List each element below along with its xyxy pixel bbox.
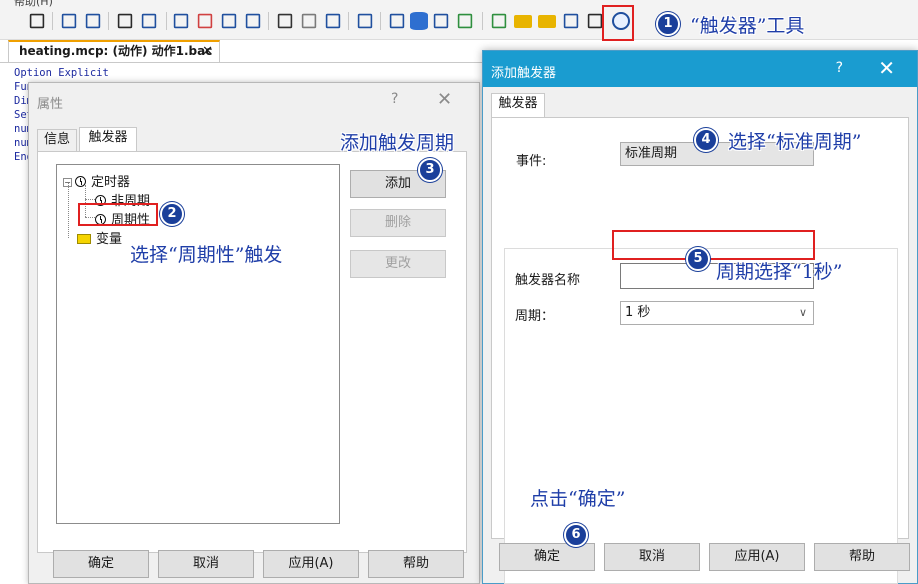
step-badge: 6 [564, 523, 588, 547]
step-badge: 3 [418, 158, 442, 182]
toolbar-separator [482, 12, 483, 30]
tree-connector [68, 183, 69, 238]
annotation-text: 周期选择“1秒” [716, 261, 843, 283]
help-icon[interactable]: ? [391, 91, 398, 107]
cut-icon[interactable] [301, 13, 317, 29]
chart-icon[interactable] [457, 13, 473, 29]
export-icon[interactable] [491, 13, 507, 29]
step-badge: 1 [656, 12, 680, 36]
folder-icon[interactable] [514, 15, 532, 28]
dialog-titlebar[interactable]: 添加触发器 ? ✕ [483, 51, 917, 87]
menu-help[interactable]: 帮助(H) [14, 0, 53, 9]
chevron-down-icon: ∨ [798, 306, 807, 319]
pin-icon[interactable] [357, 13, 373, 29]
database-icon[interactable] [410, 12, 428, 30]
list-indent-icon[interactable] [141, 13, 157, 29]
document-tab-label: heating.mcp: (动作) 动作1.bac [19, 44, 213, 58]
annotation-text: 选择“标准周期” [728, 131, 862, 153]
help-icon[interactable]: ? [836, 60, 843, 76]
pen-icon[interactable] [173, 13, 189, 29]
draw-icon[interactable] [563, 13, 579, 29]
annotation-text: 选择“周期性”触发 [130, 244, 283, 266]
folder-add-icon[interactable] [538, 15, 556, 28]
pen-star-icon[interactable] [197, 13, 213, 29]
toolbar-separator [166, 12, 167, 30]
period-label: 周期： [515, 309, 555, 324]
help-button[interactable]: 帮助 [814, 543, 910, 571]
trigger-name-label: 触发器名称 [515, 273, 581, 288]
annotation-text: “触发器”工具 [690, 15, 805, 37]
period-select-value: 1 秒 [625, 305, 651, 320]
dialog-title: 属性 [37, 97, 64, 112]
ok-button[interactable]: 确定 [53, 550, 149, 578]
pen-add-icon[interactable] [245, 13, 261, 29]
ok-button[interactable]: 确定 [499, 543, 595, 571]
toolbar-separator [380, 12, 381, 30]
highlight-trigger-tool [602, 5, 634, 41]
compass-icon[interactable] [587, 13, 603, 29]
outdent-icon[interactable] [85, 13, 101, 29]
event-label: 事件: [516, 154, 547, 169]
close-icon[interactable]: ✕ [202, 42, 213, 61]
cancel-button[interactable]: 取消 [158, 550, 254, 578]
tree-connector [85, 199, 95, 200]
toolbar-separator [108, 12, 109, 30]
toolbar-separator [268, 12, 269, 30]
tab-triggers[interactable]: 触发器 [491, 93, 545, 117]
properties-dialog: 属性 ? ✕ 信息 触发器 − 定时器 非周期 周期性 变量 添加 删除 更改 确… [28, 82, 480, 584]
cancel-button[interactable]: 取消 [604, 543, 700, 571]
document-tab[interactable]: heating.mcp: (动作) 动作1.bac ✕ [8, 40, 220, 62]
graph-icon[interactable] [325, 13, 341, 29]
pen-remove-icon[interactable] [221, 13, 237, 29]
indent-icon[interactable] [61, 13, 77, 29]
apply-button[interactable]: 应用(A) [263, 550, 359, 578]
help-button[interactable]: 帮助 [368, 550, 464, 578]
step-badge: 5 [686, 247, 710, 271]
pointer-icon[interactable] [29, 13, 45, 29]
collapse-icon[interactable]: − [63, 178, 72, 187]
tree-item-label: 变量 [96, 232, 123, 247]
binoculars-icon[interactable] [277, 13, 293, 29]
list-icon[interactable] [117, 13, 133, 29]
code-line: Option Explicit [14, 67, 109, 79]
delete-button[interactable]: 删除 [350, 209, 446, 237]
annotation-text: 点击“确定” [530, 488, 626, 510]
annotation-text: 添加触发周期 [340, 132, 455, 154]
tree-item-label: 定时器 [91, 175, 131, 190]
apply-button[interactable]: 应用(A) [709, 543, 805, 571]
dialog-title: 添加触发器 [491, 66, 557, 81]
trigger-panel: 事件: 标准周期 触发器名称 周期： 1 秒 ∨ [491, 117, 909, 584]
period-select[interactable]: 1 秒 ∨ [620, 301, 814, 325]
step-badge: 2 [160, 202, 184, 226]
toolbar-separator [348, 12, 349, 30]
step-badge: 4 [694, 128, 718, 152]
tab-info[interactable]: 信息 [37, 129, 77, 151]
tree-item-timer[interactable]: − 定时器 [63, 171, 130, 190]
calendar-icon[interactable] [433, 13, 449, 29]
folder-icon [77, 234, 91, 244]
highlight-periodic [78, 203, 158, 226]
tab-triggers[interactable]: 触发器 [79, 127, 137, 151]
tree-item-variable[interactable]: 变量 [77, 228, 122, 247]
clock-icon [75, 176, 86, 187]
toolbar-separator [52, 12, 53, 30]
close-icon[interactable]: ✕ [437, 89, 452, 110]
change-button[interactable]: 更改 [350, 250, 446, 278]
close-icon[interactable]: ✕ [878, 56, 895, 80]
window-icon[interactable] [389, 13, 405, 29]
highlight-period [612, 230, 815, 260]
